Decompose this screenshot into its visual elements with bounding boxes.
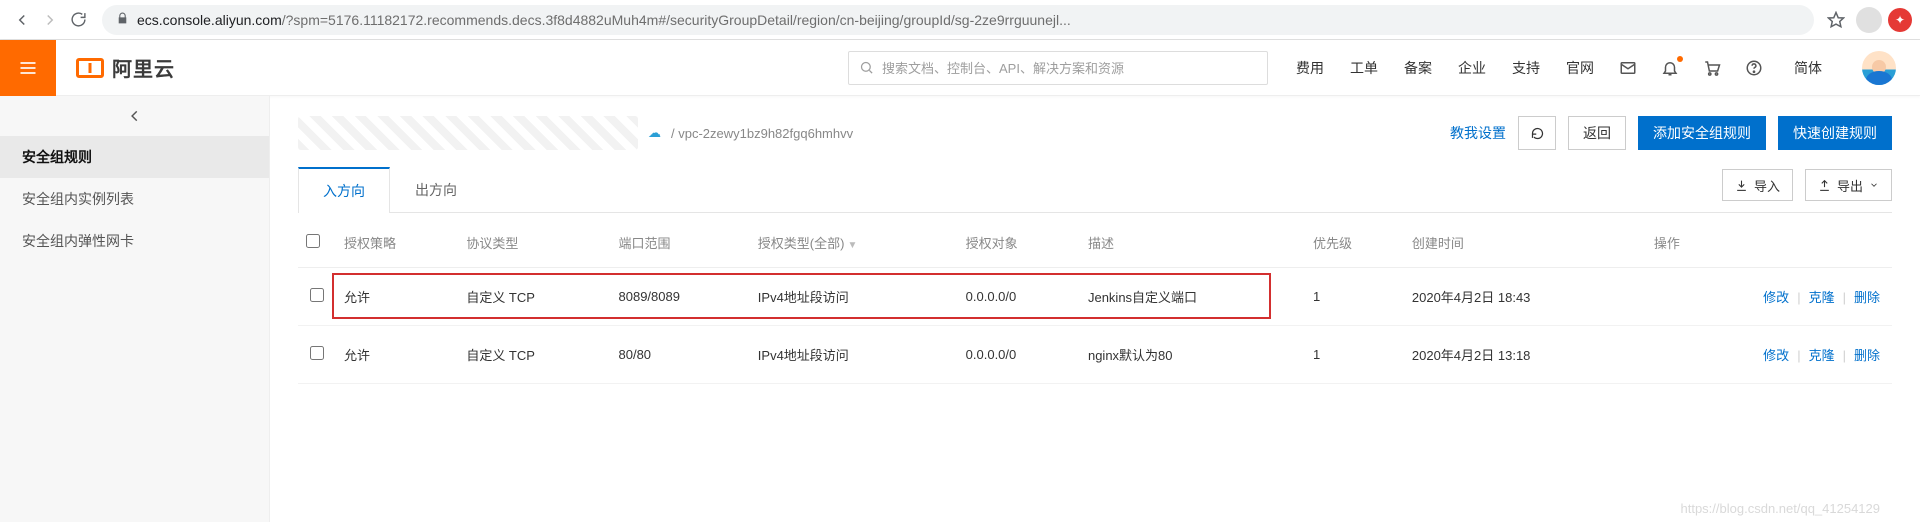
op-clone[interactable]: 克隆 [1809,348,1835,363]
sidebar-item-rules[interactable]: 安全组规则 [0,136,269,178]
refresh-button[interactable] [1518,116,1556,150]
sidebar-back[interactable] [0,96,269,136]
nav-links: 费用 工单 备案 企业 支持 官网 [1296,58,1594,78]
cell-auth-type: IPv4地址段访问 [750,267,958,325]
op-delete[interactable]: 删除 [1854,290,1880,305]
table-row: 允许自定义 TCP80/80IPv4地址段访问0.0.0.0/0nginx默认为… [298,325,1892,383]
cart-icon[interactable] [1702,58,1722,78]
cell-created: 2020年4月2日 18:43 [1404,267,1646,325]
cell-port: 8089/8089 [611,267,750,325]
nav-fee[interactable]: 费用 [1296,58,1324,78]
bell-icon[interactable] [1660,58,1680,78]
top-header: 阿里云 搜索文档、控制台、API、解决方案和资源 费用 工单 备案 企业 支持 … [0,40,1920,96]
col-auth-obj: 授权对象 [958,219,1080,267]
cell-policy: 允许 [336,267,458,325]
reload-icon[interactable] [64,6,92,34]
op-edit[interactable]: 修改 [1763,348,1789,363]
nav-ticket[interactable]: 工单 [1350,58,1378,78]
back-button[interactable]: 返回 [1568,116,1626,150]
mail-icon[interactable] [1618,58,1638,78]
url-path: /?spm=5176.11182172.recommends.decs.3f8d… [282,12,1071,28]
cell-auth-obj: 0.0.0.0/0 [958,325,1080,383]
extension-icon[interactable]: ✦ [1888,8,1912,32]
cell-desc: Jenkins自定义端口 [1080,267,1305,325]
url-host: ecs.console.aliyun.com [137,12,282,28]
nav-support[interactable]: 支持 [1512,58,1540,78]
col-policy: 授权策略 [336,219,458,267]
cell-priority: 1 [1305,267,1404,325]
brand[interactable]: 阿里云 [76,53,175,82]
select-all-checkbox[interactable] [306,234,320,248]
cloud-icon: ☁ [648,125,661,141]
tab-ingress[interactable]: 入方向 [298,167,390,213]
notification-dot [1677,56,1683,62]
cell-ops: 修改|克隆|删除 [1646,325,1892,383]
cell-desc: nginx默认为80 [1080,325,1305,383]
user-avatar[interactable] [1862,51,1896,85]
language-selector[interactable]: 简体 [1794,58,1822,78]
page-header: ☁ / vpc-2zewy1bz9h82fgq6hmhvv 教我设置 返回 添加… [298,116,1892,150]
cell-created: 2020年4月2日 13:18 [1404,325,1646,383]
sidebar-item-eni[interactable]: 安全组内弹性网卡 [0,220,269,262]
forward-icon[interactable] [36,6,64,34]
cell-ops: 修改|克隆|删除 [1646,267,1892,325]
cell-protocol: 自定义 TCP [458,325,610,383]
search-input[interactable]: 搜索文档、控制台、API、解决方案和资源 [848,51,1268,85]
col-auth-type[interactable]: 授权类型(全部)▼ [750,219,958,267]
sidebar: 安全组规则 安全组内实例列表 安全组内弹性网卡 [0,96,270,522]
content-area: ☁ / vpc-2zewy1bz9h82fgq6hmhvv 教我设置 返回 添加… [270,96,1920,522]
sidebar-item-instances[interactable]: 安全组内实例列表 [0,178,269,220]
back-icon[interactable] [8,6,36,34]
search-icon [859,60,874,75]
op-clone[interactable]: 克隆 [1809,290,1835,305]
nav-enterprise[interactable]: 企业 [1458,58,1486,78]
cell-protocol: 自定义 TCP [458,267,610,325]
cell-policy: 允许 [336,325,458,383]
nav-beian[interactable]: 备案 [1404,58,1432,78]
menu-button[interactable] [0,40,56,96]
col-protocol: 协议类型 [458,219,610,267]
export-button[interactable]: 导出 [1805,169,1892,201]
row-checkbox[interactable] [310,346,324,360]
cell-auth-type: IPv4地址段访问 [750,325,958,383]
cell-auth-obj: 0.0.0.0/0 [958,267,1080,325]
teach-link[interactable]: 教我设置 [1450,123,1506,143]
lock-icon [116,12,129,28]
row-checkbox[interactable] [310,288,324,302]
search-placeholder: 搜索文档、控制台、API、解决方案和资源 [882,58,1124,77]
watermark: https://blog.csdn.net/qq_41254129 [1681,501,1881,516]
chevron-down-icon [1869,180,1879,190]
op-delete[interactable]: 删除 [1854,348,1880,363]
star-icon[interactable] [1822,6,1850,34]
col-port: 端口范围 [611,219,750,267]
cell-port: 80/80 [611,325,750,383]
import-button[interactable]: 导入 [1722,169,1793,201]
op-edit[interactable]: 修改 [1763,290,1789,305]
help-icon[interactable] [1744,58,1764,78]
quick-create-button[interactable]: 快速创建规则 [1778,116,1892,150]
rules-table: 授权策略 协议类型 端口范围 授权类型(全部)▼ 授权对象 描述 优先级 创建时… [298,219,1892,384]
add-rule-button[interactable]: 添加安全组规则 [1638,116,1766,150]
nav-home[interactable]: 官网 [1566,58,1594,78]
security-group-title [298,116,638,150]
brand-text: 阿里云 [112,53,175,82]
col-priority: 优先级 [1305,219,1404,267]
col-created: 创建时间 [1404,219,1646,267]
browser-toolbar: ecs.console.aliyun.com/?spm=5176.1118217… [0,0,1920,40]
tab-egress[interactable]: 出方向 [390,166,482,212]
vpc-label: / vpc-2zewy1bz9h82fgq6hmhvv [671,126,853,141]
col-desc: 描述 [1080,219,1305,267]
cell-priority: 1 [1305,325,1404,383]
col-ops: 操作 [1646,219,1892,267]
url-bar[interactable]: ecs.console.aliyun.com/?spm=5176.1118217… [102,5,1814,35]
table-row: 允许自定义 TCP8089/8089IPv4地址段访问0.0.0.0/0Jenk… [298,267,1892,325]
tabs: 入方向 出方向 导入 导出 [298,166,1892,213]
profile-avatar[interactable] [1856,7,1882,33]
brand-logo-icon [76,58,104,78]
